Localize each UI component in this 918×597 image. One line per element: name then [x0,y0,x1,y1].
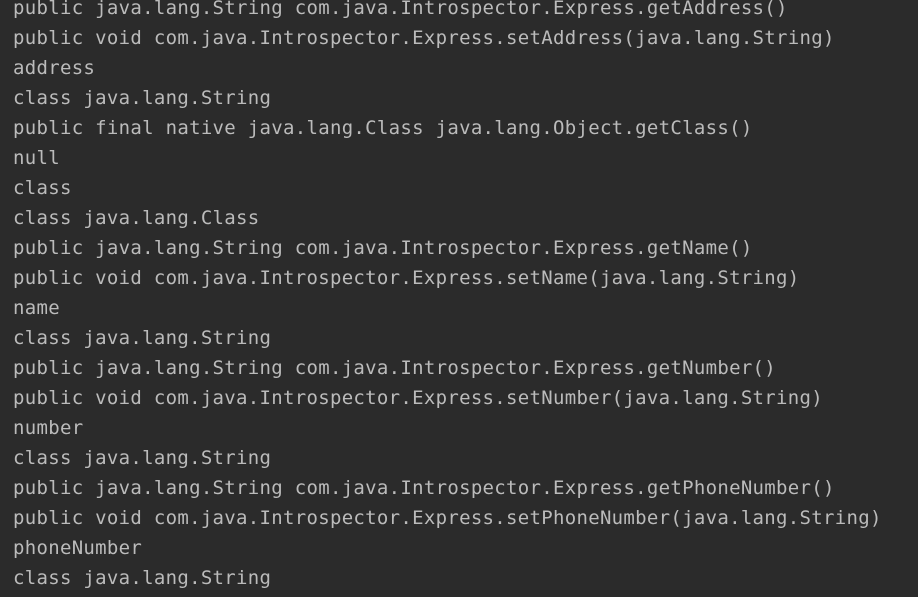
console-line: public void com.java.Introspector.Expres… [13,27,835,49]
console-line: number [13,417,84,439]
console-line: class java.lang.String [13,567,272,589]
console-line: public void com.java.Introspector.Expres… [13,267,800,289]
console-line: public java.lang.String com.java.Introsp… [13,237,753,259]
console-line: public java.lang.String com.java.Introsp… [13,357,777,379]
console-line: public final native java.lang.Class java… [13,117,753,139]
console-line: public java.lang.String com.java.Introsp… [13,477,835,499]
console-line: class [13,177,72,199]
console-line: class java.lang.String [13,327,272,349]
console-line: public void com.java.Introspector.Expres… [13,507,882,529]
console-line: class java.lang.String [13,447,272,469]
console-line: null [13,147,60,169]
console-output-panel[interactable]: public java.lang.String com.java.Introsp… [0,0,918,597]
console-line: class java.lang.Class [13,207,260,229]
console-line: address [13,57,96,79]
console-line: public java.lang.String com.java.Introsp… [13,0,788,19]
console-line: name [13,297,60,319]
console-line: public void com.java.Introspector.Expres… [13,387,823,409]
console-lines: public java.lang.String com.java.Introsp… [13,0,918,593]
console-line: phoneNumber [13,537,143,559]
console-line: class java.lang.String [13,87,272,109]
